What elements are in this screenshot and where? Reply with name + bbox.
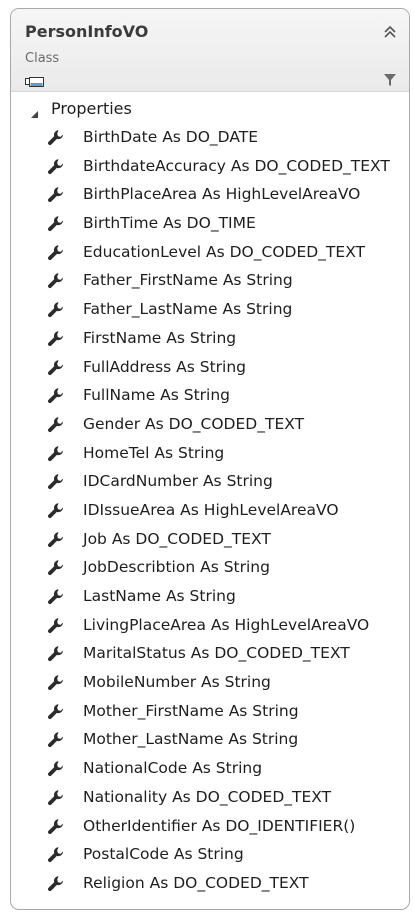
wrench-icon	[47, 473, 65, 491]
wrench-icon	[47, 215, 65, 233]
wrench-icon	[47, 244, 65, 262]
property-label: FirstName As String	[83, 328, 237, 347]
property-label: FullAddress As String	[83, 357, 247, 376]
property-label: BirthdateAccuracy As DO_CODED_TEXT	[83, 156, 390, 175]
class-shape-icon	[25, 73, 45, 92]
wrench-icon	[47, 502, 65, 520]
property-item[interactable]: NationalCode As String	[11, 755, 409, 784]
property-label: Gender As DO_CODED_TEXT	[83, 414, 305, 433]
property-label: NationalCode As String	[83, 759, 263, 778]
wrench-icon	[47, 760, 65, 778]
property-item[interactable]: FullName As String	[11, 382, 409, 411]
wrench-icon	[47, 617, 65, 635]
filter-icon[interactable]	[383, 72, 397, 91]
property-label: MaritalStatus As DO_CODED_TEXT	[83, 644, 350, 663]
property-label: IDIssueArea As HighLevelAreaVO	[83, 500, 339, 519]
property-item[interactable]: Mother_LastName As String	[11, 726, 409, 755]
wrench-icon	[47, 531, 65, 549]
property-item[interactable]: BirthdateAccuracy As DO_CODED_TEXT	[11, 153, 409, 182]
property-item[interactable]: Mother_FirstName As String	[11, 698, 409, 727]
collapse-button[interactable]	[379, 21, 401, 43]
wrench-icon	[47, 330, 65, 348]
property-label: EducationLevel As DO_CODED_TEXT	[83, 242, 366, 261]
property-item[interactable]: PostalCode As String	[11, 841, 409, 870]
triangle-expanded-icon[interactable]	[30, 104, 39, 123]
wrench-icon	[47, 818, 65, 836]
property-label: BirthDate As DO_DATE	[83, 128, 259, 146]
property-label: JobDescribtion As String	[83, 558, 270, 577]
property-label: Mother_LastName As String	[83, 730, 299, 749]
wrench-icon	[47, 129, 65, 147]
wrench-icon	[47, 703, 65, 721]
property-item[interactable]: Gender As DO_CODED_TEXT	[11, 411, 409, 440]
property-label: Father_FirstName As String	[83, 271, 293, 290]
class-header: PersonInfoVO Class	[11, 9, 409, 92]
property-item[interactable]: Father_FirstName As String	[11, 267, 409, 296]
wrench-icon	[47, 875, 65, 893]
property-item[interactable]: BirthTime As DO_TIME	[11, 210, 409, 239]
wrench-icon	[47, 186, 65, 204]
wrench-icon	[47, 158, 65, 176]
property-label: BirthTime As DO_TIME	[83, 214, 256, 233]
property-item[interactable]: HomeTel As String	[11, 440, 409, 469]
property-item[interactable]: Job As DO_CODED_TEXT	[11, 526, 409, 555]
property-label: LastName As String	[83, 587, 236, 605]
wrench-icon	[47, 588, 65, 606]
wrench-icon	[47, 846, 65, 864]
property-item[interactable]: LivingPlaceArea As HighLevelAreaVO	[11, 612, 409, 641]
wrench-icon	[47, 731, 65, 749]
property-item[interactable]: Nationality As DO_CODED_TEXT	[11, 784, 409, 813]
class-kind: Class	[25, 51, 60, 66]
wrench-icon	[47, 416, 65, 434]
property-label: PostalCode As String	[83, 845, 244, 864]
property-item[interactable]: JobDescribtion As String	[11, 554, 409, 583]
property-item[interactable]: OtherIdentifier As DO_IDENTIFIER()	[11, 813, 409, 842]
wrench-icon	[47, 445, 65, 463]
wrench-icon	[47, 272, 65, 290]
property-label: FullName As String	[83, 386, 231, 405]
property-label: LivingPlaceArea As HighLevelAreaVO	[83, 615, 370, 634]
section-label: Properties	[51, 99, 132, 118]
class-shape-card[interactable]: PersonInfoVO Class Properties BirthDate …	[10, 8, 410, 910]
property-item[interactable]: BirthDate As DO_DATE	[11, 124, 409, 153]
property-label: Religion As DO_CODED_TEXT	[83, 873, 309, 892]
property-label: BirthPlaceArea As HighLevelAreaVO	[83, 185, 361, 204]
wrench-icon	[47, 359, 65, 377]
property-item[interactable]: EducationLevel As DO_CODED_TEXT	[11, 239, 409, 268]
wrench-icon	[47, 301, 65, 319]
property-item[interactable]: Religion As DO_CODED_TEXT	[11, 870, 409, 899]
property-item[interactable]: IDCardNumber As String	[11, 468, 409, 497]
class-name: PersonInfoVO	[25, 22, 149, 41]
property-item[interactable]: MaritalStatus As DO_CODED_TEXT	[11, 640, 409, 669]
property-label: IDCardNumber As String	[83, 472, 273, 491]
property-item[interactable]: MobileNumber As String	[11, 669, 409, 698]
property-label: Nationality As DO_CODED_TEXT	[83, 787, 332, 806]
property-label: Job As DO_CODED_TEXT	[83, 529, 271, 548]
property-item[interactable]: FirstName As String	[11, 325, 409, 354]
properties-list: BirthDate As DO_DATE BirthdateAccuracy A…	[11, 124, 409, 899]
property-label: Mother_FirstName As String	[83, 701, 299, 720]
property-label: HomeTel As String	[83, 443, 225, 462]
wrench-icon	[47, 789, 65, 807]
property-item[interactable]: LastName As String	[11, 583, 409, 612]
double-chevron-up-icon	[384, 25, 396, 38]
wrench-icon	[47, 645, 65, 663]
property-label: Father_LastName As String	[83, 300, 293, 319]
property-item[interactable]: IDIssueArea As HighLevelAreaVO	[11, 497, 409, 526]
wrench-icon	[47, 559, 65, 577]
property-item[interactable]: FullAddress As String	[11, 354, 409, 383]
property-item[interactable]: BirthPlaceArea As HighLevelAreaVO	[11, 181, 409, 210]
wrench-icon	[47, 387, 65, 405]
property-item[interactable]: Father_LastName As String	[11, 296, 409, 325]
property-label: OtherIdentifier As DO_IDENTIFIER()	[83, 816, 356, 835]
properties-section-header[interactable]: Properties	[11, 92, 409, 124]
property-label: MobileNumber As String	[83, 673, 271, 692]
wrench-icon	[47, 674, 65, 692]
